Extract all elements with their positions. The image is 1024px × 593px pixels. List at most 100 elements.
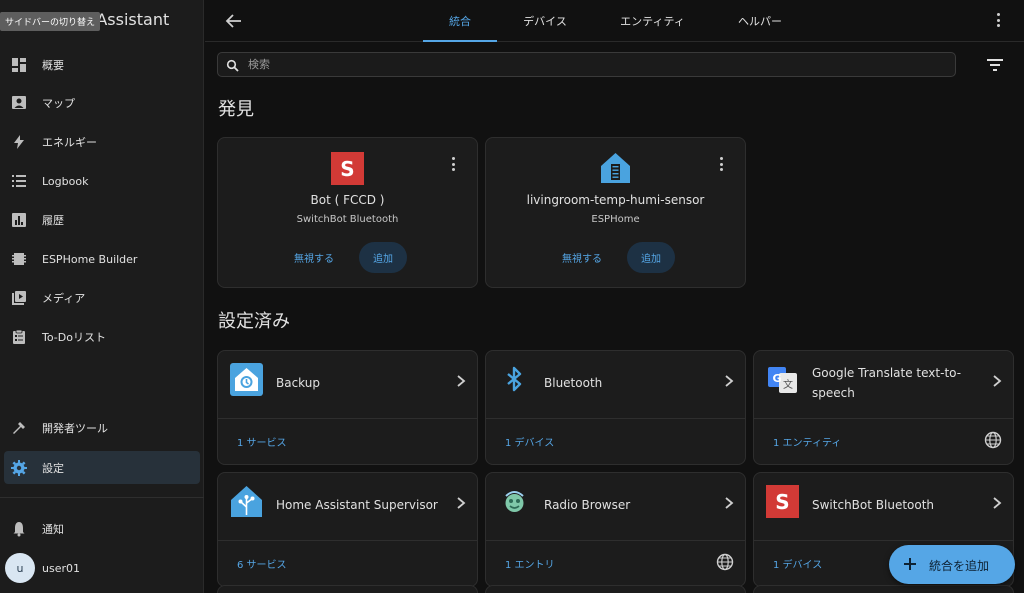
radio-browser-logo-icon — [498, 485, 531, 518]
esphome-logo-icon — [599, 152, 632, 185]
back-arrow-icon[interactable] — [223, 10, 245, 32]
sidebar-item-label: メディア — [42, 292, 86, 305]
sidebar-item-media[interactable]: メディア — [0, 280, 204, 316]
sidebar-item-label: マップ — [42, 97, 75, 110]
google-translate-logo-icon: G文 — [766, 363, 799, 396]
configured-section-title: 設定済み — [218, 311, 290, 332]
devices-link[interactable]: 1 デバイス — [505, 434, 554, 449]
chevron-right-icon — [991, 373, 1003, 387]
tab-integrations[interactable]: 統合 — [425, 0, 495, 42]
integration-name: Backup — [276, 376, 320, 390]
integration-card-bluetooth[interactable]: Bluetooth 1 デバイス — [485, 350, 746, 465]
card-divider — [486, 540, 745, 541]
entities-link[interactable]: 1 エンティティ — [773, 434, 841, 449]
integration-card-supervisor[interactable]: Home Assistant Supervisor 6 サービス — [217, 472, 478, 587]
sidebar-header: Home Assistant サイドバーの切り替え — [0, 0, 204, 42]
app: Home Assistant サイドバーの切り替え 概要 マップ エネルギー L… — [0, 0, 1024, 593]
sidebar-item-label: To-Doリスト — [42, 331, 106, 344]
sidebar-item-label: 設定 — [42, 461, 64, 475]
tab-helpers[interactable]: ヘルパー — [720, 0, 800, 42]
device-name: Bot ( FCCD ) — [310, 193, 385, 207]
more-options-icon[interactable] — [990, 12, 1006, 28]
chevron-right-icon — [723, 373, 735, 387]
hammer-icon — [9, 418, 29, 438]
tab-devices[interactable]: デバイス — [505, 0, 585, 42]
bell-icon — [9, 519, 29, 539]
supervisor-logo-icon — [230, 485, 263, 518]
sidebar-divider — [0, 497, 204, 498]
card-menu-icon[interactable] — [713, 156, 729, 172]
chevron-right-icon — [991, 495, 1003, 509]
top-bar: 統合 デバイス エンティティ ヘルパー — [205, 0, 1024, 42]
sidebar-item-user[interactable]: user01 — [0, 550, 204, 586]
ignore-button[interactable]: 無視する — [562, 250, 602, 265]
integration-card-radio-browser[interactable]: Radio Browser 1 エントリ — [485, 472, 746, 587]
discovered-card-switchbot: S Bot ( FCCD ) SwitchBot Bluetooth 無視する … — [217, 137, 478, 288]
integration-name: Google Translate text-to-speech — [812, 366, 962, 400]
logbook-icon — [9, 171, 29, 191]
chevron-right-icon — [723, 495, 735, 509]
sidebar-item-label: 通知 — [42, 523, 64, 536]
sidebar-item-energy[interactable]: エネルギー — [0, 124, 204, 160]
sidebar-item-label: 開発者ツール — [42, 422, 108, 435]
integration-card-backup[interactable]: Backup 1 サービス — [217, 350, 478, 465]
add-integration-button[interactable]: 統合を追加 — [889, 545, 1015, 584]
add-button[interactable]: 追加 — [359, 242, 407, 273]
services-link[interactable]: 1 サービス — [237, 434, 287, 449]
card-divider — [218, 540, 477, 541]
search-icon — [226, 58, 240, 77]
card-menu-icon[interactable] — [445, 156, 461, 172]
sidebar-item-notifications[interactable]: 通知 — [0, 511, 204, 547]
tab-entities[interactable]: エンティティ — [600, 0, 705, 42]
backup-logo-icon — [230, 363, 263, 396]
svg-text:S: S — [340, 157, 354, 181]
integration-name: Bluetooth — [544, 376, 603, 390]
sidebar-item-settings[interactable]: 設定 — [4, 451, 200, 484]
integration-name: SwitchBot Bluetooth — [812, 498, 935, 512]
sidebar-toggle-tooltip: サイドバーの切り替え — [0, 12, 101, 31]
active-tab-indicator — [423, 40, 497, 42]
entries-link[interactable]: 1 エントリ — [505, 556, 555, 571]
gear-icon — [9, 458, 29, 478]
svg-text:G: G — [772, 372, 781, 385]
sidebar: Home Assistant サイドバーの切り替え 概要 マップ エネルギー L… — [0, 0, 204, 593]
sidebar-item-map[interactable]: マップ — [0, 85, 204, 121]
sidebar-item-label: 履歴 — [42, 214, 64, 227]
clipboard-list-icon — [9, 327, 29, 347]
sidebar-item-label: Logbook — [42, 174, 89, 188]
discovered-card-esphome: livingroom-temp-humi-sensor ESPHome 無視する… — [485, 137, 746, 288]
card-divider — [218, 418, 477, 419]
search-bar — [217, 52, 956, 77]
ignore-button[interactable]: 無視する — [294, 250, 334, 265]
card-divider — [754, 418, 1013, 419]
lightning-icon — [9, 132, 29, 152]
device-name: livingroom-temp-humi-sensor — [526, 193, 705, 207]
card-divider — [486, 418, 745, 419]
chevron-right-icon — [455, 373, 467, 387]
plus-icon — [901, 555, 919, 573]
cloud-globe-icon — [716, 553, 734, 571]
sidebar-item-todo[interactable]: To-Doリスト — [0, 319, 204, 355]
filter-icon[interactable] — [985, 57, 1005, 73]
sidebar-item-developer-tools[interactable]: 開発者ツール — [0, 410, 204, 446]
integration-card-partial — [753, 585, 1014, 593]
add-integration-label: 統合を追加 — [929, 559, 990, 573]
sidebar-item-label: 概要 — [42, 59, 64, 72]
services-link[interactable]: 6 サービス — [237, 556, 287, 571]
devices-link[interactable]: 1 デバイス — [773, 556, 822, 571]
sidebar-item-history[interactable]: 履歴 — [0, 202, 204, 238]
sidebar-item-esphome-builder[interactable]: ESPHome Builder — [0, 241, 204, 277]
integration-card-partial — [217, 585, 478, 593]
switchbot-logo-icon: S — [331, 152, 364, 185]
svg-text:文: 文 — [783, 378, 793, 391]
svg-text:S: S — [775, 490, 789, 514]
integration-card-google-translate[interactable]: G文 Google Translate text-to-speech 1 エンテ… — [753, 350, 1014, 465]
integration-card-partial — [485, 585, 746, 593]
sidebar-item-logbook[interactable]: Logbook — [0, 163, 204, 199]
integration-name: Home Assistant Supervisor — [276, 498, 438, 512]
cloud-globe-icon — [984, 431, 1002, 449]
search-input[interactable] — [248, 56, 938, 73]
sidebar-item-overview[interactable]: 概要 — [0, 47, 204, 83]
add-button[interactable]: 追加 — [627, 242, 675, 273]
media-icon — [9, 288, 29, 308]
